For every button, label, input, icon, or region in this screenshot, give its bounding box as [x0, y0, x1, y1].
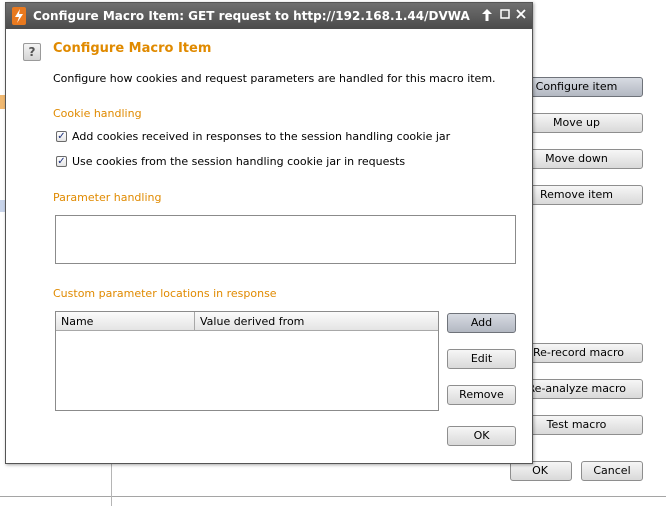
cookie-handling-label: Cookie handling: [53, 107, 142, 120]
add-button[interactable]: Add: [447, 313, 516, 333]
dialog-titlebar[interactable]: Configure Macro Item: GET request to htt…: [6, 3, 532, 29]
custom-locations-table[interactable]: Name Value derived from: [55, 311, 439, 411]
configure-macro-item-dialog: Configure Macro Item: GET request to htt…: [5, 2, 533, 464]
burp-app-icon: [12, 7, 26, 25]
use-cookies-label: Use cookies from the session handling co…: [72, 155, 406, 168]
remove-button[interactable]: Remove: [447, 385, 516, 405]
close-icon[interactable]: [514, 9, 528, 23]
dialog-title: Configure Macro Item: GET request to htt…: [33, 9, 470, 23]
add-cookies-checkbox[interactable]: ✓: [56, 131, 67, 142]
ok-button[interactable]: OK: [447, 426, 516, 446]
column-header-value-derived-from[interactable]: Value derived from: [195, 312, 438, 331]
edit-button[interactable]: Edit: [447, 349, 516, 369]
pin-icon[interactable]: [480, 9, 494, 23]
background-bottom-border: [0, 496, 666, 497]
parameter-handling-label: Parameter handling: [53, 191, 162, 204]
column-header-name[interactable]: Name: [56, 312, 195, 331]
dialog-description: Configure how cookies and request parame…: [53, 72, 496, 85]
use-cookies-checkbox[interactable]: ✓: [56, 156, 67, 167]
add-cookies-label: Add cookies received in responses to the…: [72, 130, 451, 143]
background-cancel-button[interactable]: Cancel: [581, 461, 643, 481]
help-icon[interactable]: ?: [23, 43, 41, 61]
dialog-heading: Configure Macro Item: [53, 41, 212, 56]
maximize-icon[interactable]: [498, 9, 512, 23]
background-divider: [111, 464, 112, 506]
parameter-handling-panel: [55, 215, 516, 264]
custom-locations-label: Custom parameter locations in response: [53, 287, 277, 300]
background-ok-button[interactable]: OK: [510, 461, 572, 481]
